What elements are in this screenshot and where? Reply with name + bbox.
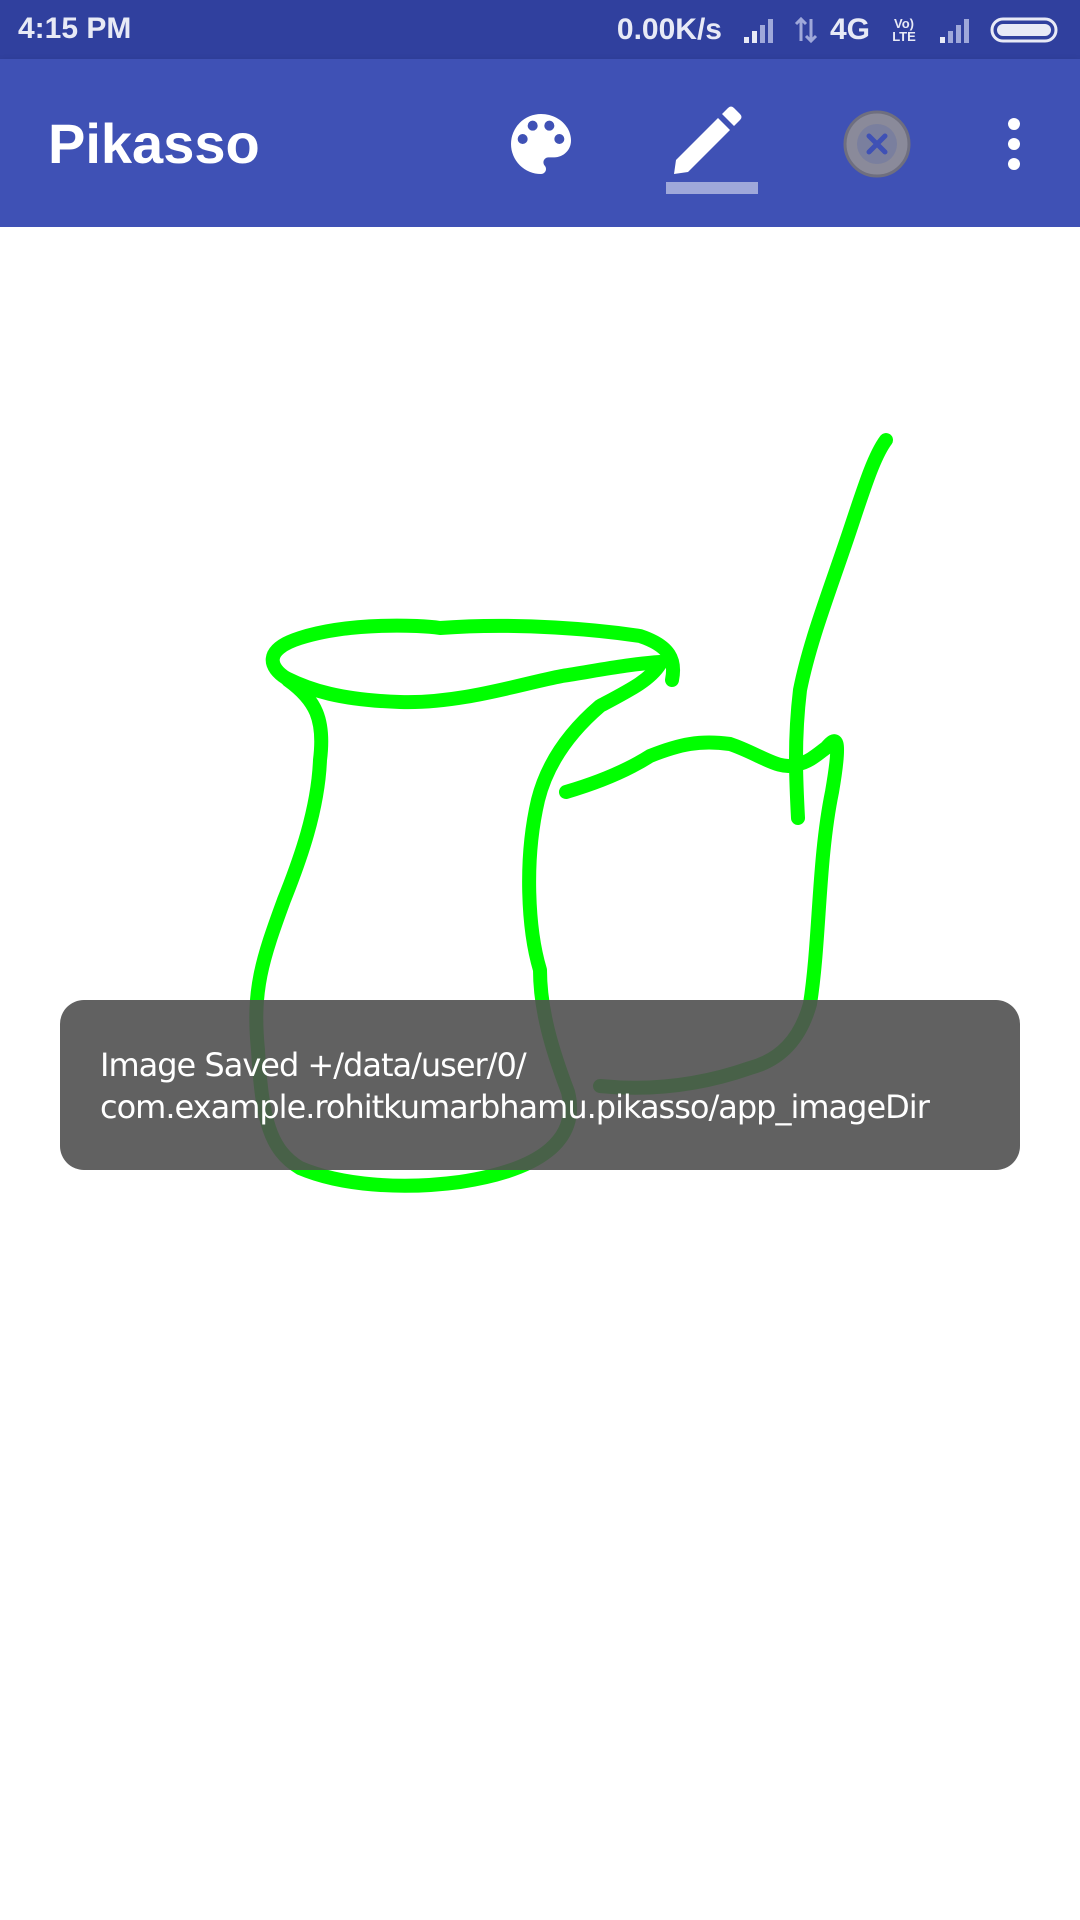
app-bar: Pikasso xyxy=(0,59,1080,227)
battery-icon xyxy=(990,17,1058,42)
palette-button[interactable] xyxy=(486,89,596,199)
volte-bottom: LTE xyxy=(892,28,916,44)
data-transfer-icon xyxy=(794,16,818,43)
clear-icon xyxy=(843,110,911,178)
volte-icon: Vo) LTE xyxy=(886,17,922,43)
status-time: 4:15 PM xyxy=(18,12,132,45)
overflow-menu-icon xyxy=(1008,118,1020,170)
network-type: 4G xyxy=(829,12,870,46)
volte-top: Vo) xyxy=(894,15,914,31)
status-bar: 4:15 PM 0.00K/s 4G Vo) LTE xyxy=(0,0,1080,59)
toast-message: Image Saved +/data/user/0/ com.example.r… xyxy=(60,1000,1020,1170)
signal-icon-2 xyxy=(940,18,969,43)
signal-icon xyxy=(743,18,773,43)
palette-icon xyxy=(511,114,571,174)
app-title: Pikasso xyxy=(48,112,260,175)
toast-line-2: com.example.rohitkumarbhamu.pikasso/app_… xyxy=(100,1088,930,1126)
network-speed: 0.00K/s xyxy=(616,12,722,46)
toast-line-1: Image Saved +/data/user/0/ xyxy=(100,1046,527,1084)
overflow-menu-button[interactable] xyxy=(960,89,1068,199)
pencil-button[interactable] xyxy=(653,89,763,199)
status-icons: 0.00K/s 4G Vo) LTE xyxy=(617,0,1062,59)
clear-button[interactable] xyxy=(822,89,932,199)
pencil-icon xyxy=(666,106,758,194)
